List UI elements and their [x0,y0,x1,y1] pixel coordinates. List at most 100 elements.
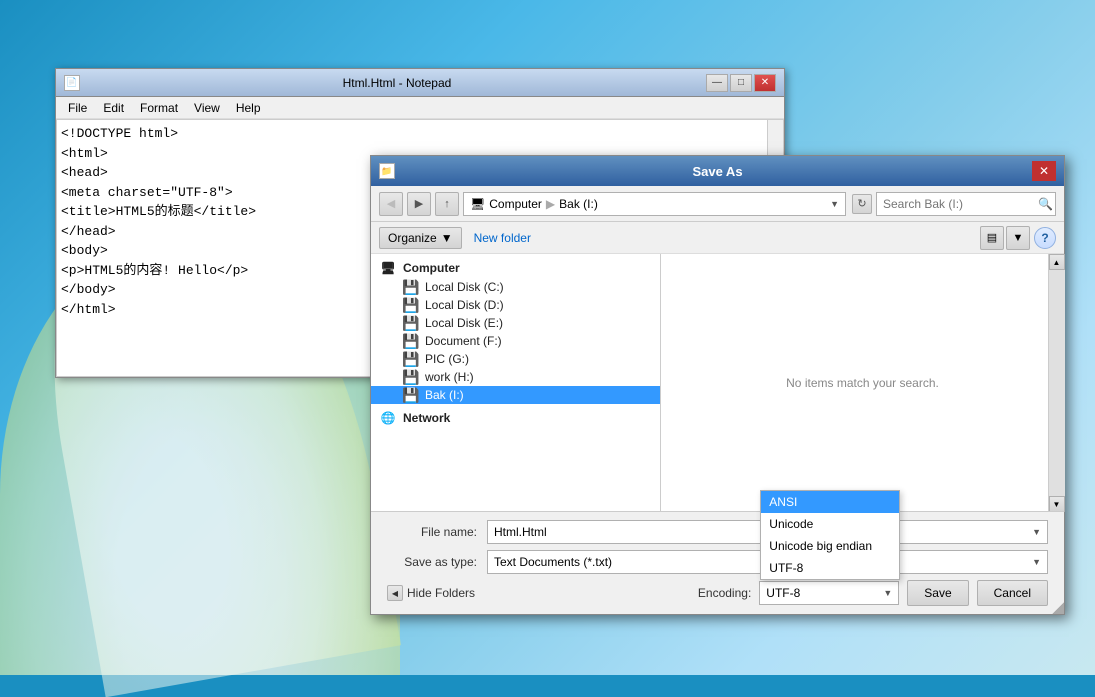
computer-group: 🖥 Computer 💾 Local Disk (C:) 💾 Local Dis… [371,258,660,404]
address-refresh-button[interactable]: ↻ [852,194,872,214]
savetype-row: Save as type: Text Documents (*.txt) ▼ [387,550,1048,574]
menu-edit[interactable]: Edit [95,99,132,117]
dialog-close-button[interactable]: ✕ [1032,161,1056,181]
main-content-panel: No items match your search. ▲ ▼ [661,254,1064,512]
notepad-title: Html.Html - Notepad [88,76,706,90]
disk-icon-e: 💾 [403,316,419,330]
disk-icon-i: 💾 [403,388,419,402]
disk-icon-c: 💾 [403,280,419,294]
network-group: 🌐 Network [371,408,660,428]
address-computer-icon: 🖥 [470,197,485,211]
encoding-select[interactable]: UTF-8 ▼ ANSI Unicode Unicode big endian … [759,581,899,605]
nav-item-c[interactable]: 💾 Local Disk (C:) [371,278,660,296]
encoding-option-ansi[interactable]: ANSI [761,491,899,513]
encoding-dropdown[interactable]: ANSI Unicode Unicode big endian UTF-8 [760,490,900,580]
menu-help[interactable]: Help [228,99,269,117]
nav-item-e[interactable]: 💾 Local Disk (E:) [371,314,660,332]
resize-handle[interactable] [1052,602,1064,614]
code-line-1: <!DOCTYPE html> [61,124,779,144]
nav-item-d[interactable]: 💾 Local Disk (D:) [371,296,660,314]
scroll-down-arrow[interactable]: ▼ [1049,496,1065,512]
cancel-button[interactable]: Cancel [977,580,1048,606]
scroll-up-arrow[interactable]: ▲ [1049,254,1065,270]
nav-item-g-label: PIC (G:) [425,352,469,366]
nav-up-button[interactable]: ↑ [435,192,459,216]
network-group-label: Network [403,411,450,425]
close-button[interactable]: ✕ [754,74,776,92]
address-separator1: ▶ [546,197,555,211]
encoding-value: UTF-8 [766,586,800,600]
disk-icon-h: 💾 [403,370,419,384]
hide-folders-button[interactable]: ◀ Hide Folders [387,585,475,601]
address-current-label: Bak (I:) [559,197,598,211]
search-input[interactable] [883,197,1038,211]
organize-arrow-icon: ▼ [441,231,453,245]
savetype-label: Save as type: [387,555,487,569]
view-dropdown-button[interactable]: ▼ [1006,226,1030,250]
dialog-footer: ◀ Hide Folders Encoding: UTF-8 ▼ ANSI Un… [387,580,1048,606]
menu-file[interactable]: File [60,99,95,117]
nav-item-f[interactable]: 💾 Document (F:) [371,332,660,350]
nav-item-i[interactable]: 💾 Bak (I:) [371,386,660,404]
computer-group-header[interactable]: 🖥 Computer [371,258,660,278]
address-computer-label: Computer [489,197,542,211]
nav-item-h-label: work (H:) [425,370,474,384]
dialog-title: Save As [403,164,1032,179]
encoding-option-unicode[interactable]: Unicode [761,513,899,535]
view-list-button[interactable]: ▤ [980,226,1004,250]
menu-format[interactable]: Format [132,99,186,117]
save-button[interactable]: Save [907,580,968,606]
organize-button[interactable]: Organize ▼ [379,227,462,249]
main-panel-scrollbar[interactable]: ▲ ▼ [1048,254,1064,512]
search-icon[interactable]: 🔍 [1038,197,1053,211]
filename-row: File name: Html.Html ▼ [387,520,1048,544]
filename-label: File name: [387,525,487,539]
new-folder-button[interactable]: New folder [466,228,539,248]
notepad-menubar: File Edit Format View Help [56,97,784,119]
computer-icon: 🖥 [379,261,397,275]
dialog-address-toolbar: ◀ ▶ ↑ 🖥 Computer ▶ Bak (I:) ▼ ↻ 🔍 [371,186,1064,222]
nav-item-g[interactable]: 💾 PIC (G:) [371,350,660,368]
nav-item-i-label: Bak (I:) [425,388,464,402]
nav-forward-button[interactable]: ▶ [407,192,431,216]
maximize-button[interactable]: □ [730,74,752,92]
dialog-secondary-toolbar: Organize ▼ New folder ▤ ▼ ? [371,222,1064,254]
nav-item-e-label: Local Disk (E:) [425,316,503,330]
nav-item-c-label: Local Disk (C:) [425,280,504,294]
hide-folders-label: Hide Folders [407,586,475,600]
disk-icon-d: 💾 [403,298,419,312]
nav-back-button[interactable]: ◀ [379,192,403,216]
dialog-body: 🖥 Computer 💾 Local Disk (C:) 💾 Local Dis… [371,254,1064,512]
notepad-titlebar: 📄 Html.Html - Notepad — □ ✕ [56,69,784,97]
address-dropdown-arrow[interactable]: ▼ [830,199,839,209]
nav-item-h[interactable]: 💾 work (H:) [371,368,660,386]
footer-right-area: Encoding: UTF-8 ▼ ANSI Unicode Unicode b… [698,580,1048,606]
disk-icon-g: 💾 [403,352,419,366]
savetype-dropdown-arrow[interactable]: ▼ [1032,557,1041,567]
menu-view[interactable]: View [186,99,228,117]
savetype-value: Text Documents (*.txt) [494,555,612,569]
encoding-option-utf8[interactable]: UTF-8 [761,557,899,579]
network-group-header[interactable]: 🌐 Network [371,408,660,428]
view-buttons: ▤ ▼ [980,226,1030,250]
dialog-titlebar: 📁 Save As ✕ [371,156,1064,186]
encoding-dropdown-arrow[interactable]: ▼ [883,588,892,598]
dialog-app-icon: 📁 [379,163,395,179]
encoding-label: Encoding: [698,586,751,600]
search-box[interactable]: 🔍 [876,192,1056,216]
save-as-dialog: 📁 Save As ✕ ◀ ▶ ↑ 🖥 Computer ▶ Bak (I:) … [370,155,1065,615]
nav-item-f-label: Document (F:) [425,334,502,348]
minimize-button[interactable]: — [706,74,728,92]
navigation-panel: 🖥 Computer 💾 Local Disk (C:) 💾 Local Dis… [371,254,661,512]
organize-label: Organize [388,231,437,245]
help-button[interactable]: ? [1034,227,1056,249]
scroll-track [1049,270,1065,496]
nav-item-d-label: Local Disk (D:) [425,298,504,312]
notepad-app-icon: 📄 [64,75,80,91]
address-bar[interactable]: 🖥 Computer ▶ Bak (I:) ▼ [463,192,846,216]
encoding-option-unicode-big[interactable]: Unicode big endian [761,535,899,557]
filename-dropdown-arrow[interactable]: ▼ [1032,527,1041,537]
no-items-message: No items match your search. [786,376,939,390]
computer-group-label: Computer [403,261,460,275]
hide-folders-icon: ◀ [387,585,403,601]
